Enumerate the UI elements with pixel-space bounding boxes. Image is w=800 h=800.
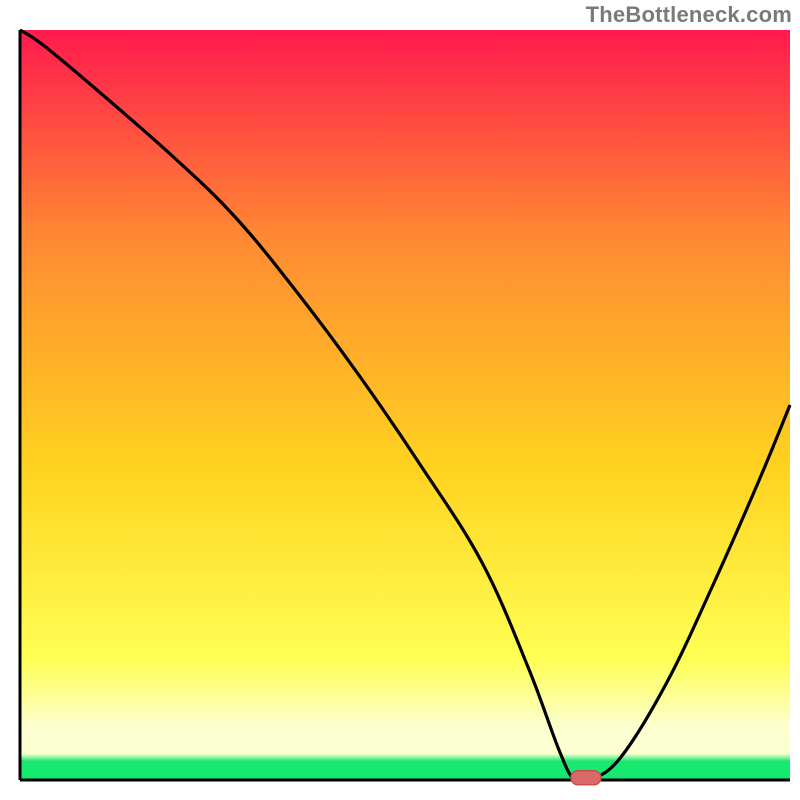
optimum-marker — [571, 771, 601, 785]
chart-container: TheBottleneck.com — [0, 0, 800, 800]
watermark-text: TheBottleneck.com — [586, 2, 792, 28]
bottleneck-chart — [0, 0, 800, 800]
